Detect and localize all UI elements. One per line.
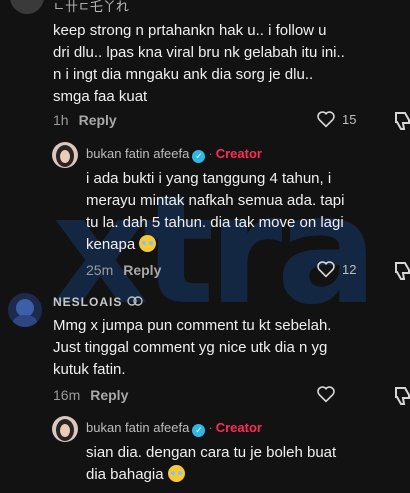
reply-button[interactable]: Reply <box>90 387 128 403</box>
like-button[interactable]: 15 <box>316 110 356 128</box>
creator-badge: Creator <box>215 146 262 161</box>
heart-icon <box>317 111 335 128</box>
comment-item: ㄴ卄ㄷ乇丫れ keep strong n prtahankn hak u.. i… <box>0 0 410 138</box>
comment-line: smga faa kuat <box>53 88 148 105</box>
comment-item: NESLOAIS Mmg x jumpa pun comment tu kt s… <box>0 285 410 410</box>
crying-emoji-icon <box>167 465 185 482</box>
sparkle-icon <box>126 296 143 306</box>
comment-line: kutuk fatin. <box>53 361 126 378</box>
reply-meta: 25m Reply <box>86 262 161 278</box>
reply-item: bukan fatin afeefa ✓ · Creator sian dia. de… <box>0 414 410 493</box>
heart-icon <box>317 261 335 278</box>
reply-text: sian dia. dengan cara tu je boleh buat d… <box>86 442 386 486</box>
comment-line: Mmg x jumpa pun comment tu kt sebelah. <box>53 317 332 334</box>
like-count: 15 <box>342 111 357 127</box>
reply-time: 25m <box>86 262 114 278</box>
comment-text: Mmg x jumpa pun comment tu kt sebelah. J… <box>53 315 393 381</box>
heart-icon <box>317 386 335 403</box>
avatar[interactable] <box>52 416 78 442</box>
reply-button[interactable]: Reply <box>123 262 161 278</box>
comment-line: tu la. dah 5 tahun. dia tak move on lagi <box>86 214 344 231</box>
comment-line: Just tinggal comment yg nice utk dia n y… <box>53 339 328 356</box>
dislike-icon[interactable] <box>394 111 410 131</box>
comment-username[interactable]: NESLOAIS <box>53 295 143 309</box>
comment-username[interactable]: ㄴ卄ㄷ乇丫れ <box>53 0 129 15</box>
comment-line: i ada bukti i yang tanggung 4 tahun, i <box>86 170 332 187</box>
dislike-icon[interactable] <box>394 386 410 406</box>
reply-username[interactable]: bukan fatin afeefa <box>86 146 189 161</box>
comment-line: sian dia. dengan cara tu je boleh buat <box>86 444 337 461</box>
comment-line: dri dlu.. lpas kna viral bru nk gelabah … <box>53 44 345 61</box>
comment-meta: 1h Reply <box>53 112 117 128</box>
comment-time: 1h <box>53 112 69 128</box>
verified-icon: ✓ <box>192 424 206 437</box>
creator-badge: Creator <box>215 420 262 435</box>
avatar[interactable] <box>10 0 44 14</box>
crying-emoji-icon <box>139 235 157 252</box>
like-count: 12 <box>342 261 357 277</box>
reply-header: bukan fatin afeefa ✓ · Creator <box>86 146 262 163</box>
comment-line: n i ingt dia mngaku ank dia sorg je dlu.… <box>53 66 314 83</box>
like-button[interactable]: 12 <box>316 260 356 278</box>
avatar[interactable] <box>8 293 42 327</box>
reply-text: i ada bukti i yang tanggung 4 tahun, i m… <box>86 168 386 256</box>
reply-header: bukan fatin afeefa ✓ · Creator <box>86 420 262 437</box>
reply-username[interactable]: bukan fatin afeefa <box>86 420 189 435</box>
comment-text: keep strong n prtahankn hak u.. i follow… <box>53 20 393 108</box>
comment-time: 16m <box>53 387 81 403</box>
avatar[interactable] <box>52 142 78 168</box>
comment-line: dia bahagia <box>86 466 164 483</box>
comment-line: merayu mintak nafkah semua ada. tapi <box>86 192 345 209</box>
comment-meta: 16m Reply <box>53 387 128 403</box>
verified-icon: ✓ <box>192 150 206 163</box>
reply-button[interactable]: Reply <box>79 112 117 128</box>
comment-line: kenapa <box>86 236 136 253</box>
dislike-icon[interactable] <box>394 261 410 281</box>
reply-item: bukan fatin afeefa ✓ · Creator i ada bukti … <box>0 140 410 280</box>
comment-line: keep strong n prtahankn hak u.. i follow… <box>53 22 327 39</box>
like-button[interactable] <box>316 385 342 403</box>
